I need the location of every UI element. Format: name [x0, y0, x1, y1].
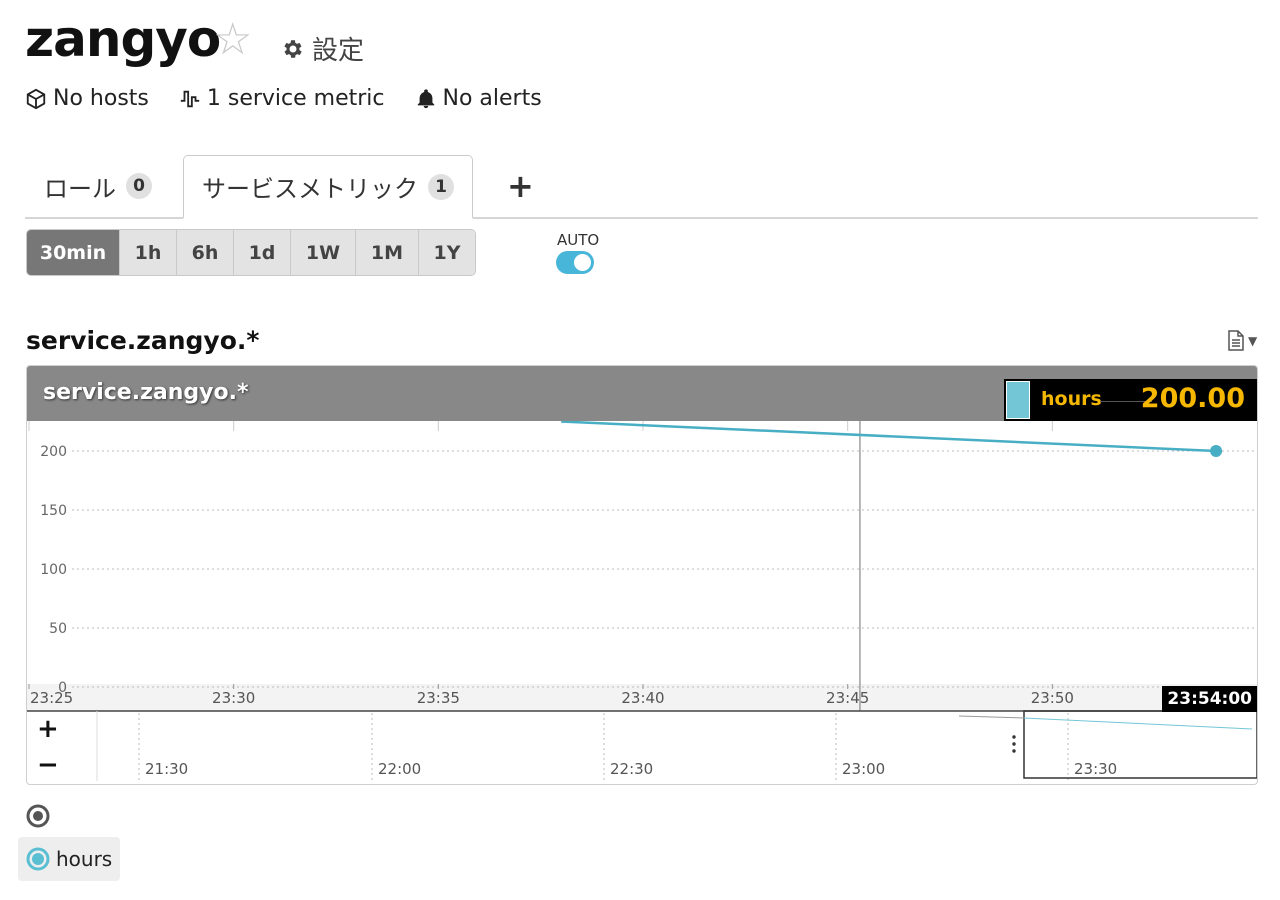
y-tick-label: 50 [49, 621, 67, 637]
x-tick-label: 23:50 [1031, 689, 1074, 707]
y-tick-label: 100 [40, 562, 67, 578]
time-range-selector: 30min 1h 6h 1d 1W 1M 1Y [26, 229, 476, 276]
legend-series-name: hours [1041, 388, 1102, 410]
x-tick-label: 23:35 [417, 689, 460, 707]
graph-header-title: service.zangyo.* [43, 380, 249, 405]
series-legend-hours[interactable]: hours [18, 837, 121, 881]
current-time-badge: 23:54:00 [1162, 686, 1257, 712]
overview-drag-handle-dot [1012, 742, 1016, 746]
overview-tick-label: 23:30 [1074, 760, 1117, 778]
overview-context-line [958, 715, 1025, 719]
graph-section-title: service.zangyo.* [26, 326, 260, 355]
overview-tick-label: 22:30 [610, 760, 653, 778]
x-tick-label: 23:40 [621, 689, 664, 707]
x-tick-label: 23:25 [30, 689, 73, 707]
overview-series-line [1023, 717, 1253, 730]
overview-tick-label: 21:30 [145, 760, 188, 778]
star-icon[interactable]: ☆ [213, 18, 252, 62]
line-chart[interactable]: 05010015020023:25 23:30 23:35 23:40 23:45 23:… [27, 421, 1258, 785]
graph-menu-button[interactable]: ▼ [1227, 330, 1257, 351]
range-1w[interactable]: 1W [291, 230, 356, 275]
tab-service-metrics-label: サービスメトリック [202, 175, 418, 203]
service-summary: No hosts 1 service metric No alerts [25, 86, 542, 111]
overview-drag-handle-dot [1012, 749, 1016, 753]
series-toggle-icon [26, 847, 50, 871]
tab-roles[interactable]: ロール 0 [26, 155, 170, 217]
auto-refresh-label: AUTO [557, 231, 600, 249]
hosts-text: No hosts [53, 86, 149, 111]
zoom-in-button[interactable]: + [37, 716, 59, 742]
hover-legend: hours 200.00 [1004, 379, 1257, 421]
range-1m[interactable]: 1M [356, 230, 419, 275]
x-tick-label: 23:45 [826, 689, 869, 707]
overview-selection-window [1023, 710, 1257, 779]
legend-swatch [1006, 381, 1030, 419]
alerts-summary[interactable]: No alerts [415, 86, 542, 111]
series-line-hours [561, 421, 1217, 453]
series-legend-label: hours [56, 847, 113, 871]
metrics-summary[interactable]: 1 service metric [179, 86, 385, 111]
alerts-text: No alerts [442, 86, 542, 111]
graph-panel: service.zangyo.* 0 50 100 150 200 23:25 23:30 2… [26, 365, 1258, 785]
overview-tick-label: 23:00 [842, 760, 885, 778]
add-tab-button[interactable]: + [507, 170, 534, 202]
zoom-out-button[interactable]: − [37, 752, 59, 778]
settings-label: 設定 [312, 36, 365, 66]
overview-tick-label: 22:00 [378, 760, 421, 778]
tab-roles-count: 0 [126, 173, 152, 199]
tab-roles-label: ロール [44, 174, 116, 203]
toggle-all-series-icon[interactable] [26, 804, 50, 828]
range-1h[interactable]: 1h [120, 230, 177, 275]
range-6h[interactable]: 6h [177, 230, 234, 275]
overview-drag-handle-dot [1012, 735, 1016, 739]
cube-icon [26, 88, 46, 109]
series-point-hours [1210, 445, 1223, 457]
range-1y[interactable]: 1Y [419, 230, 475, 275]
y-tick-label: 200 [40, 444, 67, 460]
range-30min[interactable]: 30min [27, 230, 120, 275]
metrics-text: 1 service metric [206, 86, 385, 111]
tab-service-metrics-count: 1 [428, 173, 454, 200]
y-tick-label: 150 [40, 503, 67, 519]
hosts-summary[interactable]: No hosts [25, 86, 149, 111]
x-tick-label: 23:30 [212, 689, 255, 707]
settings-link[interactable]: 設定 [280, 30, 364, 67]
range-1d[interactable]: 1d [234, 230, 291, 275]
tab-service-metrics[interactable]: サービスメトリック 1 [183, 155, 473, 219]
service-title: zangyo [25, 10, 221, 68]
gear-icon [284, 39, 302, 58]
bell-icon [417, 88, 434, 108]
toggle-knob [574, 254, 591, 271]
caret-down-icon: ▼ [1248, 333, 1258, 348]
document-icon [1228, 330, 1244, 351]
metric-wave-icon [180, 90, 200, 107]
auto-refresh-toggle[interactable] [556, 251, 594, 274]
legend-value: 200.00 [1140, 383, 1245, 414]
